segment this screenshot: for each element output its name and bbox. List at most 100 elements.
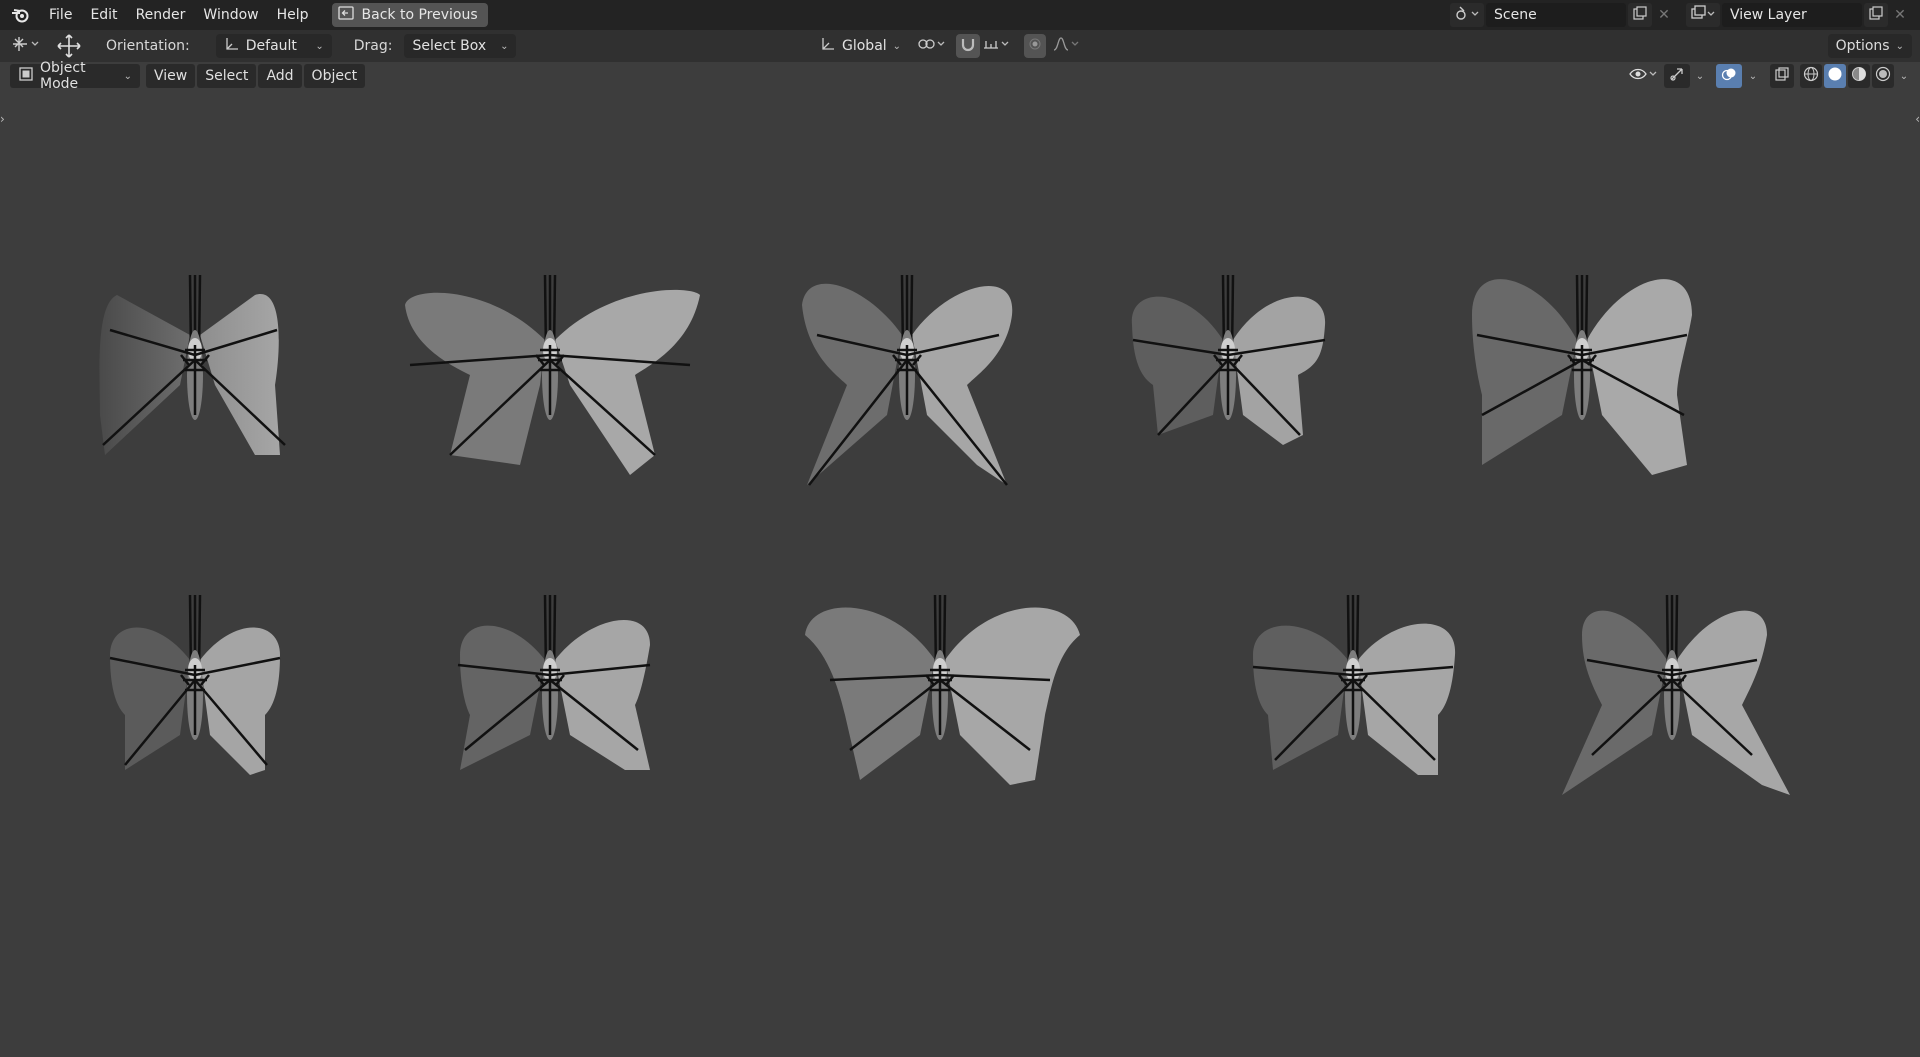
butterfly-5 bbox=[1472, 273, 1692, 475]
gizmo-toggle[interactable] bbox=[1664, 64, 1690, 88]
object-mode-icon bbox=[18, 66, 34, 86]
view-menu[interactable]: View bbox=[146, 64, 196, 88]
overlays-dropdown[interactable]: ⌄ bbox=[1744, 64, 1762, 88]
options-label: Options bbox=[1835, 38, 1890, 54]
view-layer-icon bbox=[1691, 5, 1715, 25]
view-layer-name-field[interactable]: View Layer bbox=[1722, 3, 1862, 27]
back-button-label: Back to Previous bbox=[361, 7, 478, 23]
visibility-dropdown[interactable] bbox=[1626, 64, 1662, 88]
wireframe-sphere-icon bbox=[1803, 66, 1819, 86]
menu-edit[interactable]: Edit bbox=[81, 4, 126, 26]
butterfly-6 bbox=[109, 593, 281, 775]
rendered-shading-button[interactable] bbox=[1872, 64, 1894, 88]
options-dropdown[interactable]: Options ⌄ bbox=[1827, 34, 1912, 58]
menu-window[interactable]: Window bbox=[194, 4, 267, 26]
duplicate-icon bbox=[1633, 6, 1647, 24]
add-menu[interactable]: Add bbox=[258, 64, 302, 88]
mode-label: Object Mode bbox=[40, 60, 86, 92]
scene-selector: Scene ✕ bbox=[1450, 3, 1676, 27]
wireframe-shading-button[interactable] bbox=[1800, 64, 1822, 88]
orientation-value: Default bbox=[245, 38, 297, 54]
orientation-label: Orientation: bbox=[106, 38, 190, 54]
object-mode-dropdown[interactable]: Object Mode ⌄ bbox=[10, 60, 140, 92]
move-tool-icon bbox=[11, 35, 41, 57]
close-icon: ✕ bbox=[1894, 7, 1906, 23]
duplicate-icon bbox=[1869, 6, 1883, 24]
snap-increment-icon bbox=[982, 36, 1012, 56]
gizmo-icon bbox=[1669, 66, 1685, 86]
blender-logo-icon[interactable] bbox=[10, 5, 30, 25]
butterfly-9 bbox=[1252, 593, 1456, 775]
snap-target-button[interactable] bbox=[980, 34, 1014, 58]
scene-name-field[interactable]: Scene bbox=[1486, 3, 1626, 27]
scene-new-button[interactable] bbox=[1628, 3, 1652, 27]
eye-icon bbox=[1629, 67, 1659, 85]
chevron-down-icon: ⌄ bbox=[123, 70, 132, 82]
menu-help[interactable]: Help bbox=[268, 4, 318, 26]
drag-value: Select Box bbox=[412, 38, 487, 54]
back-to-previous-button[interactable]: Back to Previous bbox=[331, 3, 488, 27]
overlays-toggle[interactable] bbox=[1716, 64, 1742, 88]
tool-settings-header: Orientation: Default ⌄ Drag: Select Box … bbox=[0, 30, 1920, 62]
3d-viewport[interactable]: › ‹ bbox=[0, 90, 1920, 1057]
material-preview-button[interactable] bbox=[1848, 64, 1870, 88]
xray-icon bbox=[1775, 67, 1789, 85]
chevron-down-icon: ⌄ bbox=[315, 40, 324, 52]
menu-file[interactable]: File bbox=[40, 4, 81, 26]
global-axis-icon bbox=[820, 36, 836, 56]
top-menubar: File Edit Render Window Help Back to Pre… bbox=[0, 0, 1920, 30]
chevron-down-icon: ⌄ bbox=[892, 40, 902, 52]
object-menu[interactable]: Object bbox=[303, 64, 366, 88]
scene-browse-button[interactable] bbox=[1450, 3, 1484, 27]
solid-sphere-icon bbox=[1827, 66, 1843, 86]
transform-pivot-button[interactable] bbox=[8, 34, 44, 58]
drag-dropdown[interactable]: Select Box ⌄ bbox=[404, 34, 517, 58]
back-arrow-icon bbox=[337, 6, 354, 24]
move-cursor-icon[interactable] bbox=[54, 34, 84, 58]
chevron-down-icon: ⌄ bbox=[1695, 70, 1705, 82]
scene-delete-button[interactable]: ✕ bbox=[1652, 3, 1676, 27]
butterfly-8 bbox=[805, 593, 1080, 785]
viewport-header: Object Mode ⌄ View Select Add Object ⌄ ⌄ bbox=[0, 60, 1920, 92]
select-menu[interactable]: Select bbox=[197, 64, 257, 88]
snap-toggle[interactable] bbox=[956, 34, 980, 58]
butterfly-7 bbox=[457, 593, 651, 770]
butterfly-scene bbox=[99, 273, 1790, 795]
magnet-icon bbox=[960, 36, 976, 56]
proportional-dot-icon bbox=[1029, 38, 1041, 54]
proportional-editing-toggle[interactable] bbox=[1024, 34, 1046, 58]
butterfly-3 bbox=[802, 273, 1013, 486]
butterfly-4 bbox=[1131, 273, 1326, 445]
butterfly-10 bbox=[1562, 593, 1790, 795]
gizmo-dropdown[interactable]: ⌄ bbox=[1692, 64, 1708, 88]
view-layer-selector: View Layer ✕ bbox=[1686, 3, 1912, 27]
chevron-down-icon: ⌄ bbox=[1899, 70, 1909, 82]
chevron-down-icon: ⌄ bbox=[1895, 40, 1904, 52]
rendered-sphere-icon bbox=[1875, 66, 1891, 86]
transform-space-value: Global bbox=[842, 38, 887, 54]
view-layer-browse-button[interactable] bbox=[1686, 3, 1720, 27]
viewport-shading-controls: ⌄ ⌄ ⌄ bbox=[1626, 64, 1912, 88]
pivot-icon bbox=[917, 36, 947, 56]
chevron-down-icon: ⌄ bbox=[500, 40, 509, 52]
proportional-falloff-button[interactable] bbox=[1050, 34, 1084, 58]
solid-shading-button[interactable] bbox=[1824, 64, 1846, 88]
orientation-dropdown[interactable]: Default ⌄ bbox=[215, 34, 332, 58]
transform-orientation-dropdown[interactable]: Global ⌄ bbox=[812, 34, 908, 58]
xray-toggle[interactable] bbox=[1770, 64, 1794, 88]
butterfly-2 bbox=[405, 273, 700, 476]
view-layer-new-button[interactable] bbox=[1864, 3, 1888, 27]
butterfly-1 bbox=[99, 273, 286, 455]
chevron-down-icon: ⌄ bbox=[1748, 70, 1758, 82]
view-layer-delete-button[interactable]: ✕ bbox=[1888, 3, 1912, 27]
overlays-icon bbox=[1721, 66, 1737, 86]
close-icon: ✕ bbox=[1658, 7, 1670, 23]
pivot-point-button[interactable] bbox=[915, 34, 949, 58]
drag-label: Drag: bbox=[353, 38, 393, 54]
shading-dropdown[interactable]: ⌄ bbox=[1896, 64, 1912, 88]
menu-render[interactable]: Render bbox=[127, 4, 195, 26]
material-sphere-icon bbox=[1851, 66, 1867, 86]
scene-icon bbox=[1455, 5, 1479, 25]
orientation-icon bbox=[224, 36, 240, 56]
falloff-curve-icon bbox=[1052, 36, 1082, 56]
